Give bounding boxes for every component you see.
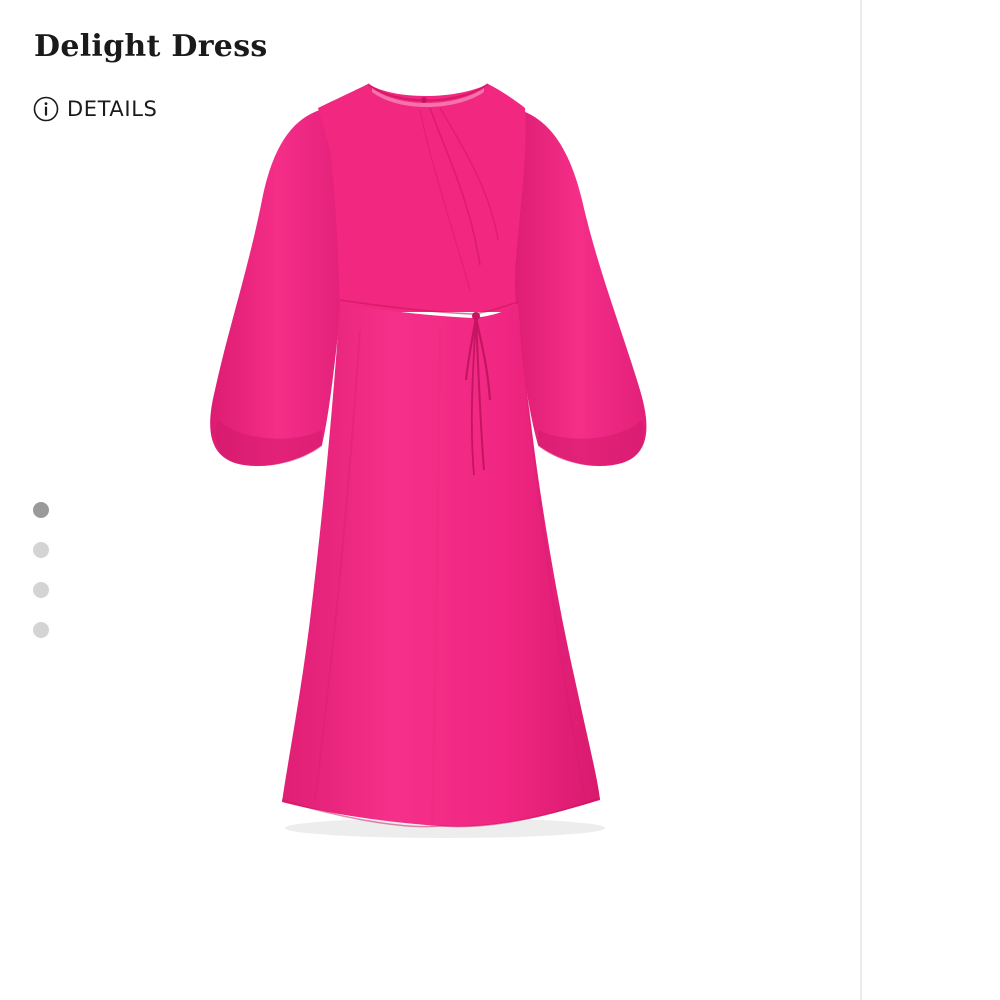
pager-dot-2[interactable]: [33, 542, 49, 558]
pager-dot-4[interactable]: [33, 622, 49, 638]
pager-dot-3[interactable]: [33, 582, 49, 598]
side-panel: [862, 0, 1000, 1000]
details-button[interactable]: DETAILS: [33, 96, 157, 122]
image-pager: [33, 502, 49, 638]
pager-dot-1[interactable]: [33, 502, 49, 518]
dress-illustration: [210, 83, 647, 838]
details-label: DETAILS: [67, 97, 158, 121]
info-icon: [33, 96, 59, 122]
product-panel: Delight Dress DETAILS: [0, 0, 860, 1000]
product-title: Delight Dress: [34, 29, 268, 64]
product-image[interactable]: [180, 70, 680, 860]
